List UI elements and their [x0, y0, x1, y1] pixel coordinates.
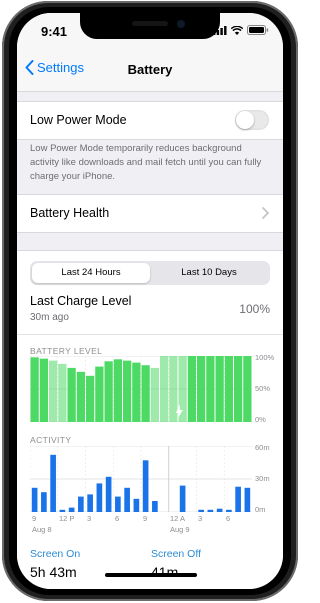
battery-health-label: Battery Health [30, 206, 110, 220]
status-time: 9:41 [41, 24, 68, 39]
battery-level-bar [187, 356, 196, 422]
battery-level-bar [206, 356, 215, 422]
activity-x-tick: 9 [32, 514, 37, 523]
low-power-mode-toggle[interactable] [235, 110, 269, 130]
battery-level-bar [215, 356, 224, 422]
battery-level-bar [160, 356, 169, 422]
battery-icon [247, 25, 269, 35]
page-title: Battery [127, 62, 173, 77]
activity-date-label: Aug 8 [32, 525, 52, 534]
battery-level-bar [86, 375, 95, 422]
toggle-knob [236, 111, 254, 129]
activity-bar [179, 485, 186, 512]
camera [177, 20, 185, 28]
battery-level-bar [49, 360, 58, 422]
battery-level-bar [67, 367, 76, 422]
activity-y-tick: 30m [255, 474, 270, 483]
last-charge-value: 100% [239, 302, 270, 316]
battery-level-title: BATTERY LEVEL [30, 346, 103, 356]
battery-level-bar [95, 366, 104, 422]
battery-level-bar [113, 359, 122, 422]
activity-x-tick: 6 [115, 514, 120, 523]
battery-level-bar [104, 361, 113, 422]
segment-last-10-days[interactable]: Last 10 Days [150, 263, 268, 283]
activity-x-tick: 3 [198, 514, 203, 523]
activity-bar [198, 509, 204, 512]
activity-bar [226, 509, 232, 512]
notch [80, 13, 220, 39]
activity-bar [50, 454, 56, 512]
last-charge-label: Last Charge Level [30, 294, 132, 308]
battery-level-bar [58, 363, 67, 422]
activity-bar [87, 494, 93, 512]
activity-chart [30, 446, 252, 512]
activity-date-label: Aug 9 [170, 525, 190, 534]
activity-x-tick: 6 [226, 514, 231, 523]
battery-level-bar [123, 360, 132, 422]
activity-bar [142, 460, 149, 512]
chevron-right-icon [262, 207, 269, 219]
activity-bar [133, 498, 140, 512]
activity-bar [41, 492, 47, 512]
activity-bar [244, 487, 251, 512]
activity-bar [96, 483, 103, 512]
battery-level-bar [141, 365, 150, 422]
low-power-mode-label: Low Power Mode [30, 113, 127, 127]
activity-x-tick: 3 [87, 514, 92, 523]
activity-bar [105, 476, 112, 512]
battery-level-bar [224, 356, 233, 422]
screen-on-value: 5h 43m [30, 564, 77, 580]
activity-y-tick: 60m [255, 443, 270, 452]
divider [17, 334, 283, 335]
battery-y-tick: 50% [255, 384, 271, 393]
low-power-mode-row: Low Power Mode [17, 101, 283, 140]
battery-level-bar [197, 356, 206, 422]
wifi-icon [231, 25, 243, 35]
last-charge-time: 30m ago [30, 312, 69, 323]
battery-level-bar [243, 356, 252, 422]
low-power-mode-footnote: Low Power Mode temporarily reduces backg… [30, 143, 262, 182]
time-range-segmented-control: Last 24 Hours Last 10 Days [30, 261, 270, 285]
battery-level-bar [39, 358, 48, 422]
battery-y-tick: 0% [255, 415, 266, 424]
activity-bar [124, 487, 130, 512]
activity-x-tick: 12 P [59, 514, 75, 523]
activity-bar [68, 507, 75, 512]
activity-y-tick: 0m [255, 505, 266, 514]
battery-health-row[interactable]: Battery Health [17, 194, 283, 233]
activity-x-tick: 12 A [170, 514, 186, 523]
activity-x-tick: 9 [143, 514, 148, 523]
activity-bar [78, 496, 84, 512]
screen-on-label: Screen On [30, 548, 81, 560]
battery-y-tick: 100% [255, 353, 275, 362]
screen: 9:41 Settings Battery Low Power Mode Low… [17, 13, 283, 589]
status-icons [213, 25, 269, 35]
activity-bar [152, 501, 158, 512]
activity-bar [59, 509, 66, 512]
speaker [132, 21, 168, 26]
home-indicator [105, 573, 197, 577]
screen-off-label: Screen Off [151, 548, 201, 560]
battery-level-bar [132, 362, 141, 422]
activity-bar [115, 496, 121, 512]
battery-level-chart [30, 356, 252, 422]
activity-bar [207, 509, 214, 512]
battery-level-bar [30, 357, 39, 422]
battery-level-bar [150, 367, 159, 422]
battery-level-bar [76, 371, 85, 422]
segment-last-24-hours[interactable]: Last 24 Hours [32, 263, 150, 283]
activity-bar [216, 508, 223, 512]
battery-level-bar [234, 356, 243, 422]
screen-off-value: 41m [151, 564, 179, 580]
activity-bar [31, 487, 38, 512]
activity-bar [235, 486, 241, 512]
activity-title: ACTIVITY [30, 435, 72, 445]
navigation-bar: Settings Battery [17, 49, 283, 92]
